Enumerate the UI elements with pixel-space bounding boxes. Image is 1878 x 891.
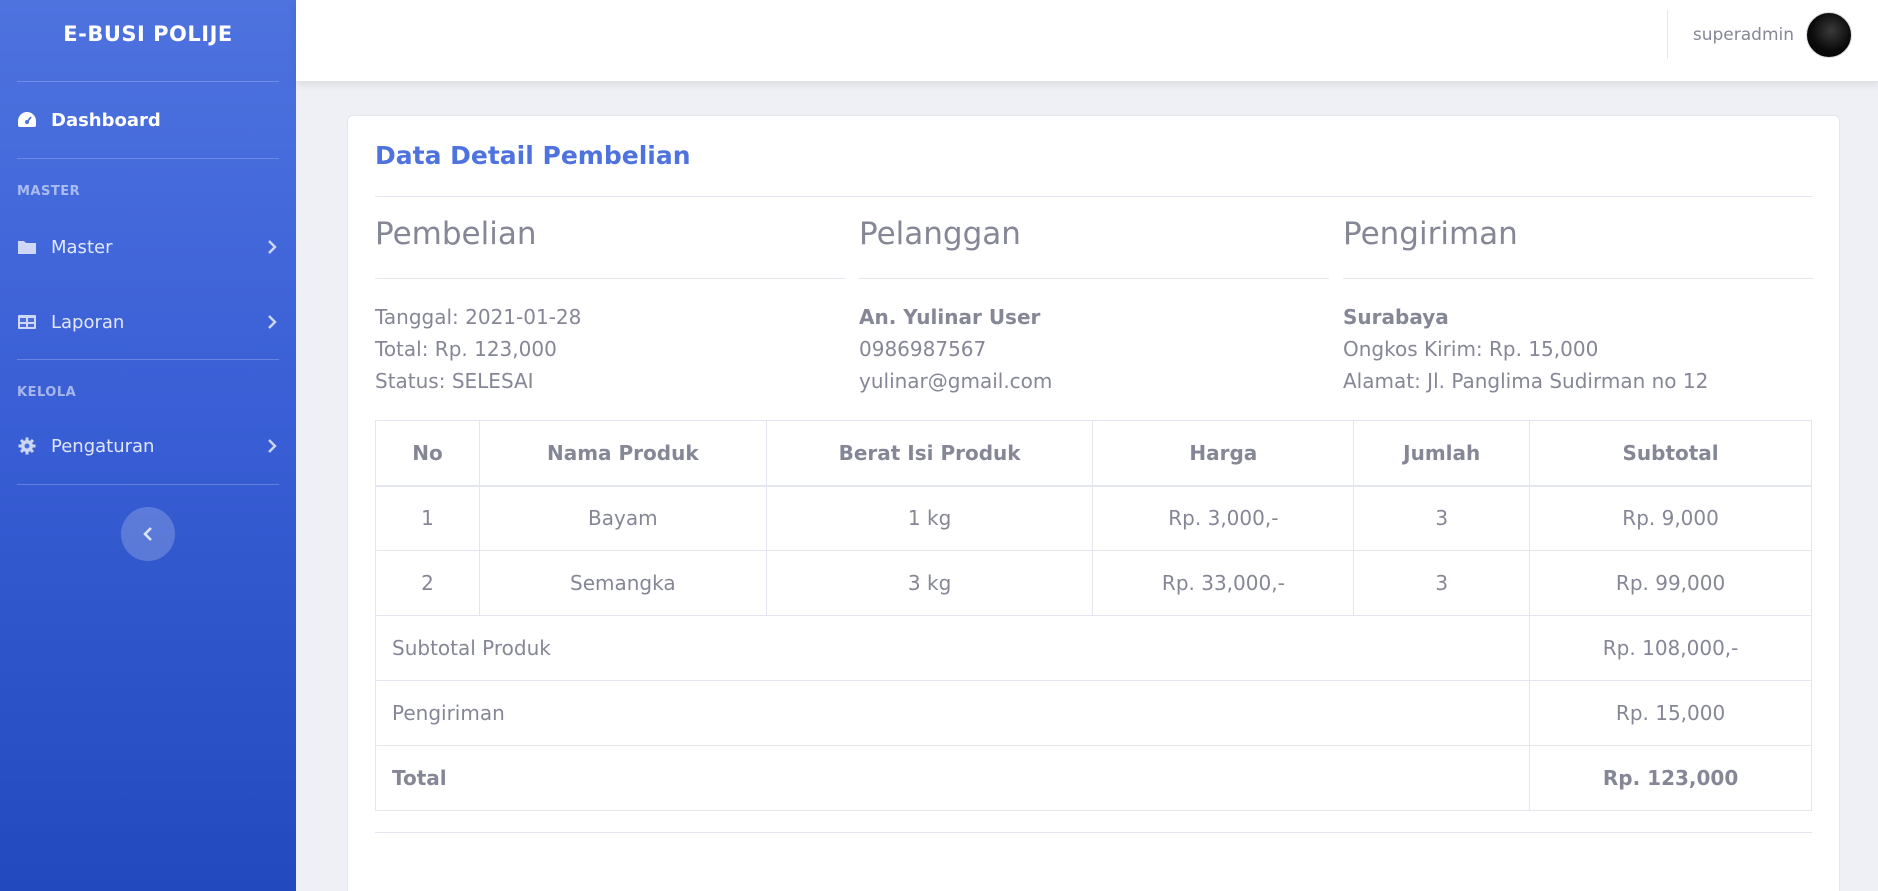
column-header: No [375, 420, 480, 487]
chevron-right-icon [268, 439, 277, 453]
sidebar-item-laporan[interactable]: Laporan [0, 285, 296, 359]
table-cell: Bayam [478, 485, 767, 551]
subtotal-value: Rp. 108,000,- [1529, 615, 1812, 681]
customer-name: An. Yulinar User [859, 305, 1041, 329]
total-label: Total [374, 745, 1531, 811]
sidebar-item-master[interactable]: Master [0, 209, 296, 285]
table-cell: Rp. 33,000,- [1092, 550, 1355, 616]
section-divider [859, 278, 1329, 279]
table-cell: Semangka [478, 550, 767, 616]
table-cell: Rp. 3,000,- [1092, 485, 1355, 551]
user-dropdown[interactable]: superadmin [1693, 12, 1852, 58]
table-cell: Rp. 99,000 [1529, 550, 1812, 616]
customer-email: yulinar@gmail.com [859, 369, 1053, 393]
sidebar-item-label: Pengaturan [51, 435, 155, 457]
total-row: Total Rp. 123,000 [374, 745, 1812, 811]
section-heading: Pembelian [375, 216, 537, 252]
chevron-right-icon [268, 315, 277, 329]
total-value: Rp. 123,000 [1529, 745, 1812, 811]
sidebar-divider [17, 158, 279, 159]
total-text: Total: Rp. 123,000 [375, 337, 557, 361]
table-cell: 2 [375, 550, 480, 616]
subtotal-label: Subtotal Produk [374, 615, 1531, 681]
section-divider [1343, 278, 1813, 279]
tanggal-text: Tanggal: 2021-01-28 [375, 305, 582, 329]
card-divider [375, 196, 1812, 197]
table-icon [17, 312, 37, 332]
topbar: superadmin [296, 0, 1878, 81]
sidebar-heading-kelola: KELOLA [17, 385, 77, 400]
shipping-row: Pengiriman Rp. 15,000 [374, 680, 1812, 746]
table-cell: 3 [1353, 550, 1531, 616]
gear-icon [17, 436, 37, 456]
sidebar-heading-master: MASTER [17, 184, 81, 199]
table-cell: 3 kg [765, 550, 1094, 616]
sidebar-item-pengaturan[interactable]: Pengaturan [0, 408, 296, 484]
brand-title[interactable]: E-BUSI POLIJE [0, 0, 296, 68]
customer-phone: 0986987567 [859, 337, 987, 361]
table-cell: 1 [375, 485, 480, 551]
sidebar: E-BUSI POLIJE Dashboard MASTER Master La… [0, 0, 296, 891]
sidebar-item-dashboard[interactable]: Dashboard [0, 82, 296, 158]
sidebar-item-label: Dashboard [51, 109, 161, 131]
subtotal-row: Subtotal Produk Rp. 108,000,- [374, 615, 1812, 681]
sidebar-item-label: Master [51, 236, 113, 258]
section-divider [375, 278, 845, 279]
shipping-city: Surabaya [1343, 305, 1449, 329]
column-header: Berat Isi Produk [765, 420, 1094, 487]
shipping-cost: Ongkos Kirim: Rp. 15,000 [1343, 337, 1599, 361]
section-heading: Pelanggan [859, 216, 1021, 252]
table-row: 1 Bayam 1 kg Rp. 3,000,- 3 Rp. 9,000 [375, 485, 1812, 551]
table-row: 2 Semangka 3 kg Rp. 33,000,- 3 Rp. 99,00… [375, 550, 1812, 616]
pelanggan-section: Pelanggan An. Yulinar User 0986987567 yu… [859, 216, 1329, 397]
page-title: Data Detail Pembelian [375, 141, 691, 170]
card-divider [375, 832, 1812, 833]
table-cell: 3 [1353, 485, 1531, 551]
chevron-left-icon [143, 527, 152, 541]
status-text: Status: SELESAI [375, 369, 534, 393]
column-header: Jumlah [1353, 420, 1531, 487]
table-cell: 1 kg [765, 485, 1094, 551]
topbar-divider [1667, 10, 1668, 59]
column-header: Nama Produk [478, 420, 767, 487]
tachometer-icon [17, 110, 37, 130]
chevron-right-icon [268, 240, 277, 254]
sidebar-item-label: Laporan [51, 311, 125, 333]
sidebar-toggle-button[interactable] [121, 507, 175, 561]
column-header: Subtotal [1529, 420, 1812, 487]
shipping-address: Alamat: Jl. Panglima Sudirman no 12 [1343, 369, 1709, 393]
column-header: Harga [1092, 420, 1355, 487]
sidebar-divider [17, 359, 279, 360]
detail-card: Data Detail Pembelian Pembelian Tanggal:… [347, 115, 1840, 891]
table-cell: Rp. 9,000 [1529, 485, 1812, 551]
shipping-value: Rp. 15,000 [1529, 680, 1812, 746]
pembelian-section: Pembelian Tanggal: 2021-01-28 Total: Rp.… [375, 216, 845, 397]
shipping-label: Pengiriman [374, 680, 1531, 746]
pengiriman-section: Pengiriman Surabaya Ongkos Kirim: Rp. 15… [1343, 216, 1813, 397]
table-header-row: No Nama Produk Berat Isi Produk Harga Ju… [375, 420, 1812, 487]
section-heading: Pengiriman [1343, 216, 1518, 252]
avatar [1806, 12, 1852, 58]
folder-icon [17, 237, 37, 257]
product-table: No Nama Produk Berat Isi Produk Harga Ju… [374, 420, 1812, 811]
sidebar-divider [17, 484, 279, 485]
username: superadmin [1692, 25, 1794, 45]
